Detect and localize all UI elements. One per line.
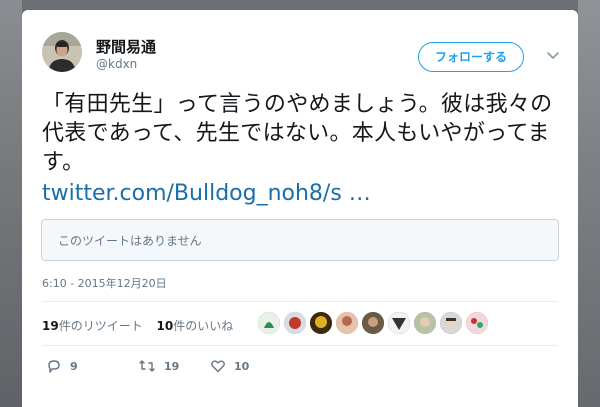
liker-avatar[interactable]	[309, 311, 333, 335]
tweet-stats: 19件のリツイート 10件のいいね	[42, 317, 243, 334]
author-avatar[interactable]	[42, 32, 82, 72]
follow-button[interactable]: フォローする	[418, 42, 524, 72]
heart-icon	[211, 360, 225, 373]
liker-avatar[interactable]	[413, 311, 437, 335]
quoted-tweet-unavailable-text: このツイートはありません	[58, 234, 202, 248]
quoted-tweet-box: このツイートはありません	[41, 219, 559, 261]
more-menu-button[interactable]	[542, 44, 564, 66]
liker-avatar[interactable]	[465, 311, 489, 335]
retweets-label: 件のリツイート	[58, 319, 143, 333]
reply-count: 9	[70, 359, 78, 373]
liker-avatar-1-icon	[258, 312, 280, 334]
liker-avatar-7-icon	[414, 312, 436, 334]
retweets-stat[interactable]: 19件のリツイート	[42, 317, 143, 334]
liker-avatar-6-icon	[388, 312, 410, 334]
liker-avatar-2-icon	[284, 312, 306, 334]
tweet-link[interactable]: twitter.com/Bulldog_noh8/s …	[42, 179, 371, 209]
likes-label: 件のいいね	[173, 319, 234, 333]
retweet-button[interactable]: 19	[138, 356, 179, 376]
liker-avatar-5-icon	[362, 312, 384, 334]
dimmed-background-right	[578, 0, 600, 407]
liker-avatar-3-icon	[310, 312, 332, 334]
author-avatar-image	[42, 32, 82, 72]
liker-avatar-9-icon	[466, 312, 488, 334]
author-name[interactable]: 野間易通	[96, 36, 156, 57]
dimmed-background-left	[0, 0, 22, 407]
reply-button[interactable]: 9	[46, 356, 78, 376]
retweets-count: 19	[42, 319, 59, 333]
retweet-icon	[139, 360, 155, 372]
liker-avatar[interactable]	[361, 311, 385, 335]
liker-avatar-8-icon	[440, 312, 462, 334]
liker-avatar[interactable]	[387, 311, 411, 335]
retweet-count: 19	[164, 359, 180, 373]
liker-avatar[interactable]	[439, 311, 463, 335]
tweet-text: 「有田先生」って言うのやめましょう。彼は我々の代表であって、先生ではない。本人も…	[42, 92, 553, 175]
likes-stat[interactable]: 10件のいいね	[157, 317, 234, 334]
divider	[42, 345, 558, 346]
liker-avatar[interactable]	[257, 311, 281, 335]
like-button[interactable]: 10	[210, 356, 249, 376]
like-count: 10	[234, 359, 250, 373]
tweet-card: 野間易通 @kdxn フォローする 「有田先生」って言うのやめましょう。彼は我々…	[22, 10, 578, 407]
likes-count: 10	[156, 319, 174, 333]
chevron-down-icon	[547, 52, 559, 59]
tweet-timestamp[interactable]: 6:10 - 2015年12月20日	[42, 275, 167, 291]
liker-avatar[interactable]	[335, 311, 359, 335]
liker-avatar[interactable]	[283, 311, 307, 335]
author-handle[interactable]: @kdxn	[96, 57, 137, 71]
divider	[42, 301, 558, 302]
reply-icon	[48, 360, 60, 373]
liker-avatar-4-icon	[336, 312, 358, 334]
